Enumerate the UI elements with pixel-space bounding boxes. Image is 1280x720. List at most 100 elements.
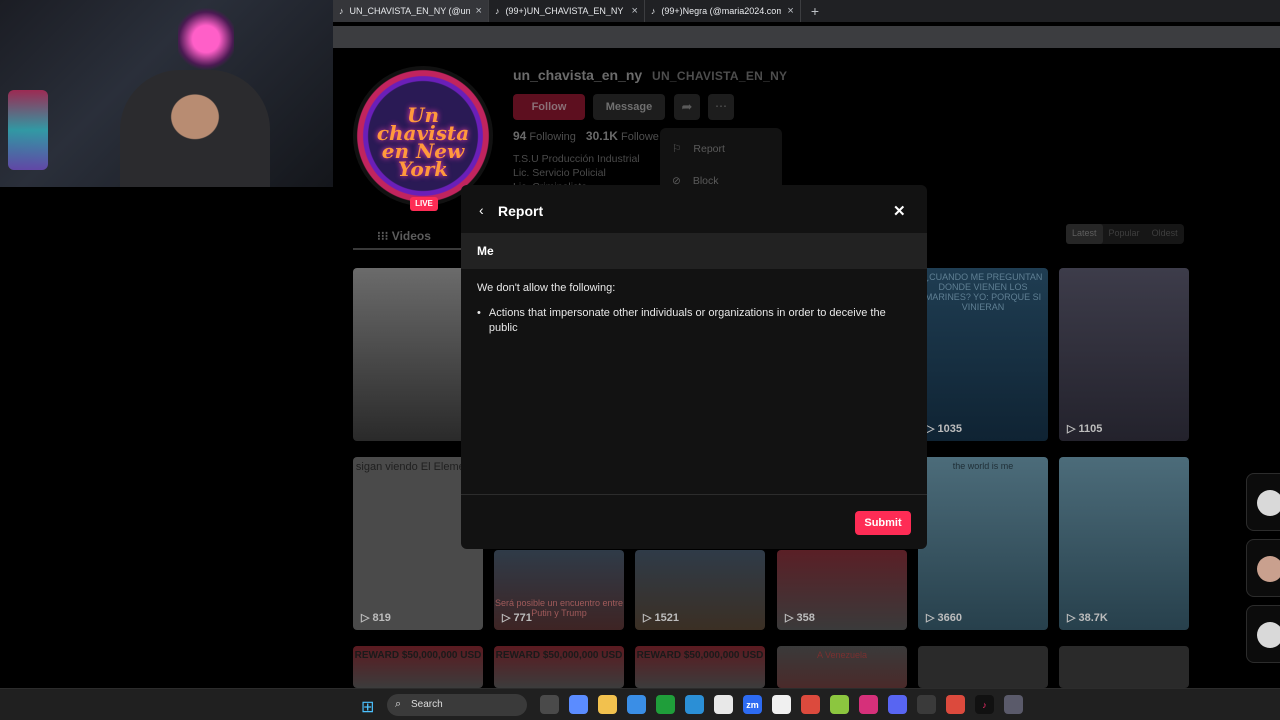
vpn-icon[interactable] xyxy=(830,695,849,714)
video-caption: REWARD $50,000,000 USD xyxy=(354,650,482,661)
video-thumb[interactable] xyxy=(918,646,1048,688)
bullet-icon: • xyxy=(477,307,481,319)
followers-count: 30.1K xyxy=(585,129,618,143)
followers-stat[interactable]: 30.1K Followe xyxy=(586,129,659,143)
video-thumb[interactable]: ¿CUANDO ME PREGUNTAN DONDE VIENEN LOS MA… xyxy=(918,268,1048,441)
video-thumb[interactable]: ▷ 38.7K xyxy=(1059,457,1189,630)
close-icon[interactable]: ✕ xyxy=(893,202,906,220)
browser-tab-bar: ♪ UN_CHAVISTA_EN_NY (@un_chav × ♪ (99+)U… xyxy=(333,0,1280,22)
video-caption: A Venezuela xyxy=(816,650,868,660)
bio-line: T.S.U Producción Industrial xyxy=(513,153,640,165)
bio-line: Lic. Servicio Policial xyxy=(513,167,606,179)
avatar xyxy=(1257,490,1280,516)
streamer-image xyxy=(120,70,270,187)
modal-title: Report xyxy=(498,203,544,219)
video-thumb[interactable] xyxy=(1059,646,1189,688)
rgb-light-image xyxy=(8,90,48,170)
more-options-icon[interactable]: ⋯ xyxy=(708,94,734,120)
following-label: Following xyxy=(529,131,576,143)
policy-intro: We don't allow the following: xyxy=(477,282,616,294)
avatar xyxy=(1257,622,1280,648)
tiktok-icon: ♪ xyxy=(650,6,656,16)
video-thumb[interactable]: REWARD $50,000,000 USD xyxy=(353,646,483,688)
suggested-account[interactable] xyxy=(1246,605,1280,663)
profile-stats: 94 Following 30.1K Followe xyxy=(513,129,659,143)
taskbar-apps: zm ♪ xyxy=(540,695,1023,714)
view-count: ▷ 771 xyxy=(502,612,532,624)
tab-videos-label: Videos xyxy=(391,229,431,243)
chevron-left-icon[interactable]: ‹ xyxy=(479,202,484,218)
file-explorer-icon[interactable] xyxy=(598,695,617,714)
avatar xyxy=(1257,556,1280,582)
tab-close-icon[interactable]: × xyxy=(476,5,482,17)
suggested-account[interactable] xyxy=(1246,539,1280,597)
browser-tab-1[interactable]: ♪ UN_CHAVISTA_EN_NY (@un_chav × xyxy=(333,0,489,22)
view-count: ▷ 1521 xyxy=(643,612,679,624)
video-caption: ¿CUANDO ME PREGUNTAN DONDE VIENEN LOS MA… xyxy=(923,272,1043,312)
sort-popular[interactable]: Popular xyxy=(1103,224,1146,244)
video-thumb[interactable]: Será posible un encuentro entre Putin y … xyxy=(494,550,624,630)
view-count: ▷ 38.7K xyxy=(1067,612,1108,624)
address-bar[interactable] xyxy=(333,26,1280,48)
sort-latest[interactable]: Latest xyxy=(1066,224,1103,244)
taskbar: ⊞ ⌕ Search zm ♪ xyxy=(0,688,1280,720)
browser-tab-3[interactable]: ♪ (99+)Negra (@maria2024.com2) × xyxy=(645,0,801,22)
profile-nickname: UN_CHAVISTA_EN_NY xyxy=(652,69,788,83)
view-count: ▷ 1035 xyxy=(926,423,962,435)
tab-videos[interactable]: ⁝⁝⁝ Videos xyxy=(353,222,463,250)
share-icon[interactable]: ➦ xyxy=(674,94,700,120)
tab-title: (99+)Negra (@maria2024.com2) xyxy=(661,6,782,16)
steam-icon[interactable] xyxy=(917,695,936,714)
submit-button[interactable]: Submit xyxy=(855,511,911,535)
video-thumb[interactable]: ▷ 1521 xyxy=(635,550,765,630)
xbox-icon[interactable] xyxy=(656,695,675,714)
following-stat[interactable]: 94 Following xyxy=(513,129,576,143)
task-view-icon[interactable] xyxy=(540,695,559,714)
view-count: ▷ 1105 xyxy=(1067,423,1103,435)
tiktok-icon[interactable]: ♪ xyxy=(975,695,994,714)
video-caption: the world is me xyxy=(952,461,1014,471)
video-thumb[interactable]: REWARD $50,000,000 USD xyxy=(635,646,765,688)
capcut-icon[interactable] xyxy=(772,695,791,714)
chrome-icon[interactable] xyxy=(801,695,820,714)
obs-icon[interactable] xyxy=(1004,695,1023,714)
copilot-icon[interactable] xyxy=(569,695,588,714)
video-thumb[interactable]: A Venezuela xyxy=(777,646,907,688)
avatar-logo: Un chavista en New York xyxy=(376,103,470,181)
zoom-icon[interactable]: zm xyxy=(743,695,762,714)
following-count: 94 xyxy=(513,129,527,143)
new-tab-button[interactable]: + xyxy=(801,3,829,19)
live-badge[interactable]: LIVE xyxy=(410,197,438,211)
discord-icon[interactable] xyxy=(888,695,907,714)
tab-close-icon[interactable]: × xyxy=(787,5,793,17)
tab-title: (99+)UN_CHAVISTA_EN_NY (@un xyxy=(505,6,625,16)
view-count: ▷ 819 xyxy=(361,612,391,624)
video-caption: REWARD $50,000,000 USD xyxy=(495,650,623,661)
store-icon[interactable] xyxy=(627,695,646,714)
chrome-2-icon[interactable] xyxy=(946,695,965,714)
report-reason: Me xyxy=(461,233,927,269)
taskbar-search-label: Search xyxy=(411,699,443,710)
flag-icon: ⚐ xyxy=(672,143,682,155)
tab-title: UN_CHAVISTA_EN_NY (@un_chav xyxy=(349,6,470,16)
windows-start-icon[interactable]: ⊞ xyxy=(361,697,374,717)
menu-item-report[interactable]: ⚐ Report xyxy=(672,143,725,155)
browser-tab-2[interactable]: ♪ (99+)UN_CHAVISTA_EN_NY (@un × xyxy=(489,0,645,22)
video-thumb[interactable]: ▷ 358 xyxy=(777,550,907,630)
video-thumb[interactable]: the world is me ▷ 3660 xyxy=(918,457,1048,630)
modal-divider xyxy=(461,494,927,495)
video-thumb[interactable]: ▷ 1105 xyxy=(1059,268,1189,441)
video-thumb[interactable]: REWARD $50,000,000 USD xyxy=(494,646,624,688)
grid-icon: ⁝⁝⁝ xyxy=(377,229,389,243)
instagram-icon[interactable] xyxy=(859,695,878,714)
message-button[interactable]: Message xyxy=(593,94,665,120)
notepad-icon[interactable] xyxy=(714,695,733,714)
edge-icon[interactable] xyxy=(685,695,704,714)
follow-button[interactable]: Follow xyxy=(513,94,585,120)
suggested-account[interactable] xyxy=(1246,473,1280,531)
more-options-menu: ⚐ Report ⊘ Block xyxy=(660,128,782,192)
sort-oldest[interactable]: Oldest xyxy=(1146,224,1184,244)
menu-item-label: Report xyxy=(693,143,725,155)
tab-close-icon[interactable]: × xyxy=(631,5,637,17)
taskbar-search[interactable]: ⌕ Search xyxy=(387,694,527,716)
